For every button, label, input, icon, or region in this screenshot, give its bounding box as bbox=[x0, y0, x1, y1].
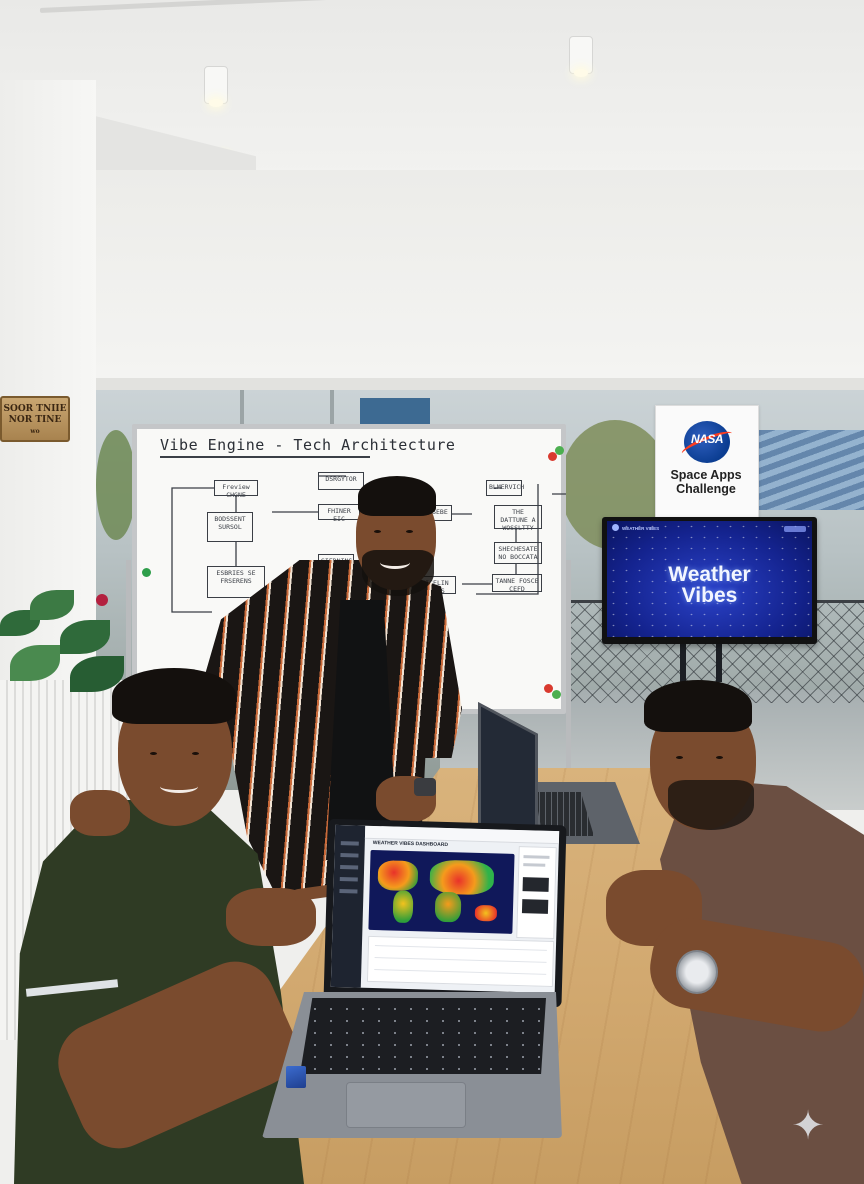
sign-line-1: SOOR TNIIE bbox=[3, 404, 67, 414]
tv-stand bbox=[680, 642, 686, 682]
person-standing-hair bbox=[358, 476, 436, 516]
weather-map bbox=[368, 849, 515, 934]
person-left-smile bbox=[160, 780, 198, 793]
app-chart-panel bbox=[366, 935, 555, 988]
tv-title-line-1: Weather bbox=[668, 563, 751, 586]
person-standing-smile bbox=[380, 556, 410, 569]
eye bbox=[406, 530, 413, 533]
eye bbox=[192, 752, 199, 755]
tv-partner-logos bbox=[784, 526, 806, 532]
person-standing-hand-on-shoulder bbox=[70, 790, 130, 836]
wristwatch-icon bbox=[676, 950, 718, 994]
tv-title-line-2: Vibes bbox=[681, 584, 738, 607]
whiteboard-stand bbox=[126, 560, 131, 680]
person-right-hair bbox=[644, 680, 752, 732]
wooden-sign: SOOR TNIIE NOR TINE wo bbox=[0, 396, 70, 442]
nasa-logo-text: NASA bbox=[690, 432, 724, 446]
banner-line-1: Space Apps bbox=[670, 468, 742, 482]
tree bbox=[96, 430, 136, 540]
magnet bbox=[142, 568, 151, 577]
staircase-outside bbox=[758, 430, 864, 510]
track-light bbox=[204, 66, 228, 107]
sign-line-2: NOR TINE bbox=[8, 415, 62, 425]
tv-title: Weather Vibes bbox=[607, 564, 812, 606]
magnet bbox=[555, 446, 564, 455]
back-wall bbox=[96, 170, 864, 380]
sign-line-3: wo bbox=[30, 428, 40, 435]
whiteboard-stand bbox=[566, 560, 571, 770]
magnet bbox=[552, 690, 561, 699]
eye bbox=[374, 530, 381, 533]
app-sidebar bbox=[330, 824, 366, 988]
laptop-sticker bbox=[286, 1066, 306, 1088]
person-left-hair bbox=[112, 668, 236, 724]
track-light bbox=[569, 36, 593, 77]
plant bbox=[0, 590, 130, 700]
tv-header: WEATHER VIBES bbox=[622, 526, 660, 531]
app-header: WEATHER VIBES DASHBOARD bbox=[372, 839, 449, 849]
front-laptop-screen: WEATHER VIBES DASHBOARD bbox=[330, 824, 560, 994]
banner-text: Space Apps Challenge bbox=[655, 468, 757, 496]
eye bbox=[676, 756, 683, 759]
eye bbox=[716, 756, 723, 759]
tv-stand bbox=[716, 642, 722, 682]
wristwatch-icon bbox=[414, 778, 436, 796]
front-laptop-keyboard bbox=[300, 998, 546, 1074]
person-right-beard bbox=[668, 780, 754, 830]
banner-line-2: Challenge bbox=[676, 482, 736, 496]
eye bbox=[150, 752, 157, 755]
sparkle-icon: ✦ bbox=[791, 1104, 825, 1148]
wall-trim bbox=[96, 378, 864, 390]
app-side-panel bbox=[516, 846, 557, 940]
tv-logo-icon bbox=[612, 524, 619, 531]
front-laptop-trackpad bbox=[346, 1082, 466, 1128]
